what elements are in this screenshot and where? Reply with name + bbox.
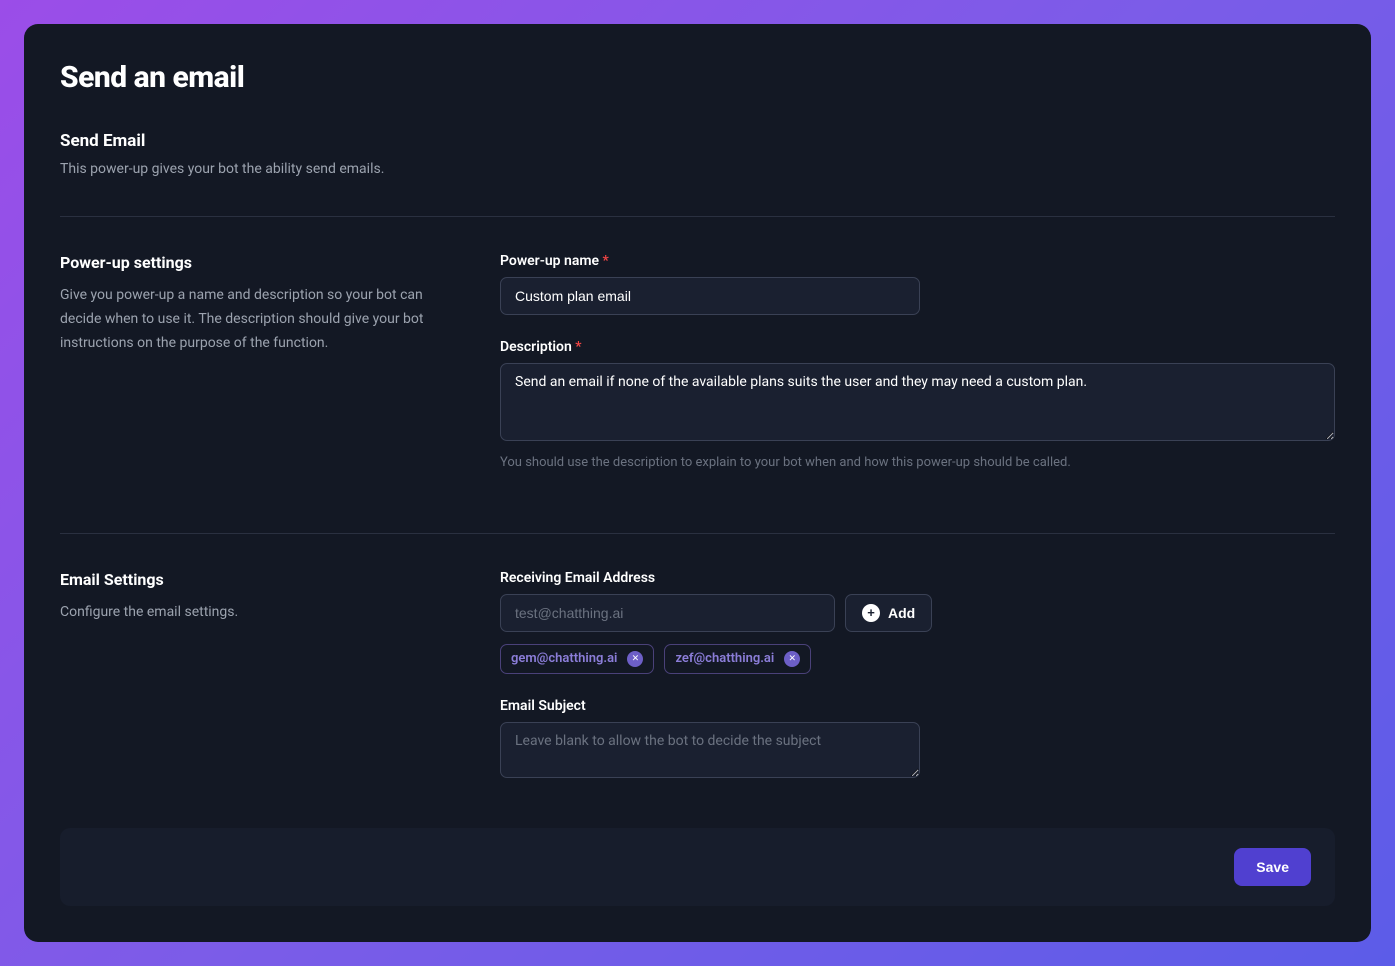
intro-section: Send Email This power-up gives your bot … — [60, 131, 1335, 180]
intro-desc: This power-up gives your bot the ability… — [60, 159, 1335, 180]
chip-remove-button[interactable]: ✕ — [784, 651, 800, 667]
email-chips: gem@chatthing.ai ✕ zef@chatthing.ai ✕ — [500, 644, 1335, 674]
divider — [60, 216, 1335, 217]
email-chip: zef@chatthing.ai ✕ — [664, 644, 811, 674]
footer-bar: Save — [60, 828, 1335, 906]
save-button[interactable]: Save — [1234, 848, 1311, 886]
plus-icon: + — [862, 604, 880, 622]
powerup-settings-section: Power-up settings Give you power-up a na… — [60, 253, 1335, 497]
add-email-button[interactable]: + Add — [845, 594, 932, 632]
powerup-settings-desc: Give you power-up a name and description… — [60, 284, 460, 355]
subject-input[interactable] — [500, 722, 920, 778]
page-title: Send an email — [60, 60, 1335, 95]
required-marker: * — [575, 339, 581, 355]
powerup-name-input[interactable] — [500, 277, 920, 315]
description-help: You should use the description to explai… — [500, 453, 1335, 473]
subject-label: Email Subject — [500, 698, 1335, 714]
receiving-email-input[interactable] — [500, 594, 835, 632]
description-label: Description * — [500, 339, 1335, 355]
chip-remove-button[interactable]: ✕ — [627, 651, 643, 667]
close-icon: ✕ — [789, 654, 797, 663]
required-marker: * — [603, 253, 609, 269]
description-input[interactable]: Send an email if none of the available p… — [500, 363, 1335, 441]
email-settings-title: Email Settings — [60, 570, 460, 589]
powerup-name-label: Power-up name * — [500, 253, 1335, 269]
chip-email: gem@chatthing.ai — [511, 651, 617, 666]
close-icon: ✕ — [632, 654, 640, 663]
divider — [60, 533, 1335, 534]
chip-email: zef@chatthing.ai — [675, 651, 774, 666]
receiving-email-label: Receiving Email Address — [500, 570, 1335, 586]
email-settings-section: Email Settings Configure the email setti… — [60, 570, 1335, 806]
email-chip: gem@chatthing.ai ✕ — [500, 644, 654, 674]
intro-title: Send Email — [60, 131, 1335, 151]
powerup-settings-title: Power-up settings — [60, 253, 460, 272]
settings-modal: Send an email Send Email This power-up g… — [24, 24, 1371, 942]
add-button-label: Add — [888, 605, 915, 621]
email-settings-desc: Configure the email settings. — [60, 601, 460, 625]
